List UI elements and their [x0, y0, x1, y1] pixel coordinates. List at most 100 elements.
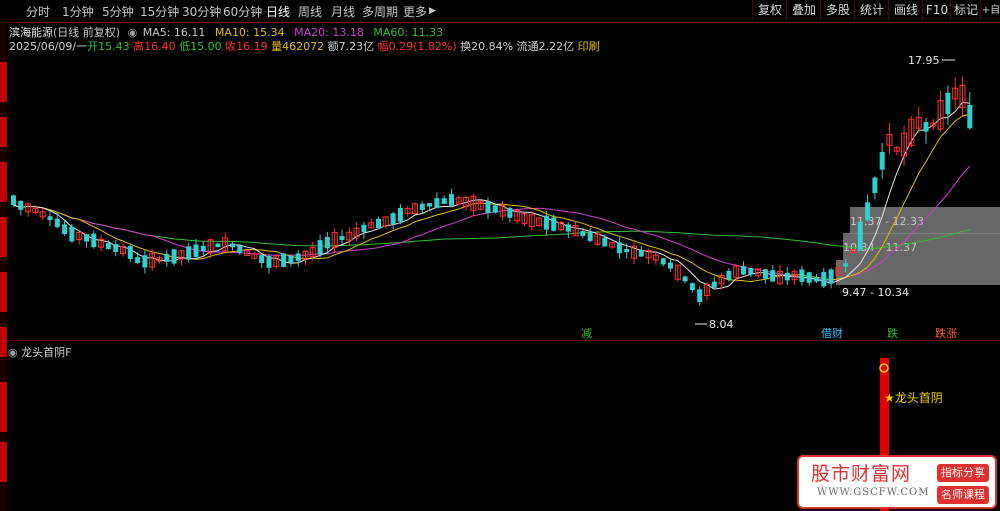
candle-down — [237, 245, 243, 253]
candle-down — [427, 203, 433, 207]
overlay-button[interactable]: 叠加 — [786, 0, 821, 21]
candle-down — [967, 104, 973, 129]
candle-down — [230, 243, 235, 248]
candle-down — [748, 268, 754, 275]
low-price-label: 8.04 — [709, 318, 734, 331]
tab-1min[interactable]: 1分钟 — [62, 3, 94, 20]
candle-down — [602, 237, 608, 247]
candle-down — [507, 207, 513, 218]
left-tab-strip — [0, 22, 7, 511]
mark-button[interactable]: 标记 — [950, 0, 981, 21]
candle-down — [770, 270, 776, 282]
panel-divider — [7, 340, 1000, 341]
range-label: 9.47 - 10.34 — [842, 286, 909, 299]
left-tab[interactable] — [0, 62, 7, 102]
left-tab[interactable] — [0, 442, 7, 482]
candle-down — [127, 246, 133, 259]
ma10-line — [13, 113, 970, 283]
signal-marker: 减 — [581, 327, 592, 340]
ma20-line — [13, 165, 971, 281]
ma60-line — [13, 204, 970, 250]
tab-60min[interactable]: 60分钟 — [223, 3, 262, 20]
candle-down — [616, 242, 622, 254]
watermark-tag-share: 指标分享 — [937, 464, 989, 482]
candle-down — [11, 195, 16, 206]
candle-down — [186, 246, 192, 260]
candle-down — [668, 262, 673, 269]
candle-down — [784, 272, 790, 281]
candle-down — [324, 236, 330, 249]
tab-15min[interactable]: 15分钟 — [140, 3, 179, 20]
candle-down — [54, 218, 60, 228]
candle-down — [821, 271, 827, 287]
candle-down — [376, 218, 381, 228]
left-tab[interactable] — [0, 272, 7, 312]
candle-down — [113, 244, 119, 253]
candle-down — [741, 266, 746, 275]
candle-down — [806, 272, 812, 283]
candle-down — [624, 248, 630, 253]
signal-marker: 跌 — [887, 326, 898, 340]
candle-down — [193, 244, 199, 257]
tab-30min[interactable]: 30分钟 — [182, 3, 221, 20]
tab-multi-period[interactable]: 多周期 — [362, 3, 398, 20]
candle-down — [814, 277, 819, 282]
candle-down — [361, 224, 367, 233]
left-tab[interactable] — [0, 382, 7, 432]
indicator-settings-icon[interactable]: ◉ — [8, 346, 18, 359]
f10-button[interactable]: F10 — [922, 0, 951, 21]
more-arrow-icon[interactable]: ▶ — [429, 6, 436, 16]
left-tab[interactable] — [0, 217, 7, 257]
candle-down — [259, 255, 265, 263]
tab-weekly[interactable]: 周线 — [298, 3, 322, 20]
candle-down — [171, 249, 177, 264]
candle-down — [682, 276, 688, 282]
candle-down — [762, 269, 768, 279]
candle-down — [879, 151, 885, 170]
candle-down — [105, 243, 111, 249]
candle-down — [390, 213, 396, 225]
candle-down — [711, 281, 717, 288]
left-tab[interactable] — [0, 327, 7, 357]
candle-down — [215, 243, 221, 248]
candle-down — [799, 269, 805, 282]
tab-monthly[interactable]: 月线 — [331, 3, 355, 20]
candle-down — [91, 233, 97, 248]
candle-down — [434, 198, 440, 208]
candle-down — [84, 234, 89, 242]
candle-down — [726, 270, 732, 280]
candle-down — [295, 253, 301, 261]
candle-down — [339, 236, 345, 241]
candle-down — [397, 207, 403, 222]
watermark-tag-course: 名师课程 — [937, 486, 989, 504]
candle-down — [142, 255, 148, 268]
candle-down — [281, 253, 287, 267]
stats-button[interactable]: 统计 — [854, 0, 889, 21]
tab-more[interactable]: 更多 — [403, 3, 427, 20]
fuquan-button[interactable]: 复权 — [752, 0, 787, 21]
multi-stock-button[interactable]: 多股 — [820, 0, 855, 21]
candle-down — [164, 254, 170, 262]
tab-daily[interactable]: 日线 — [266, 3, 290, 20]
candle-down — [638, 249, 644, 257]
indicator-name: 龙头首阴F — [21, 346, 72, 359]
kline-chart[interactable]: 11.37 - 12.3310.34 - 11.379.47 - 10.34 1… — [7, 22, 1000, 511]
candle-down — [317, 240, 323, 255]
watermark-url: WWW.GSCFW.COM — [817, 487, 930, 498]
candle-down — [565, 224, 571, 232]
candle-down — [47, 216, 53, 220]
period-toolbar: 分时 1分钟 5分钟 15分钟 30分钟 60分钟 日线 周线 月线 多周期 更… — [0, 0, 1000, 23]
candle-down — [551, 217, 557, 231]
left-tab[interactable] — [0, 117, 7, 147]
watermark-title: 股市财富网 — [811, 463, 912, 485]
tab-intraday[interactable]: 分时 — [26, 3, 50, 20]
tab-5min[interactable]: 5分钟 — [102, 3, 134, 20]
candle-down — [485, 201, 491, 213]
draw-line-button[interactable]: 画线 — [888, 0, 923, 21]
left-tab[interactable] — [0, 162, 7, 202]
more-right-icon[interactable]: +自 — [980, 0, 1000, 21]
indicator-title: ◉ 龙头首阴F — [8, 344, 71, 360]
candle-down — [697, 289, 703, 303]
candle-down — [923, 122, 929, 132]
candle-down — [828, 269, 834, 284]
